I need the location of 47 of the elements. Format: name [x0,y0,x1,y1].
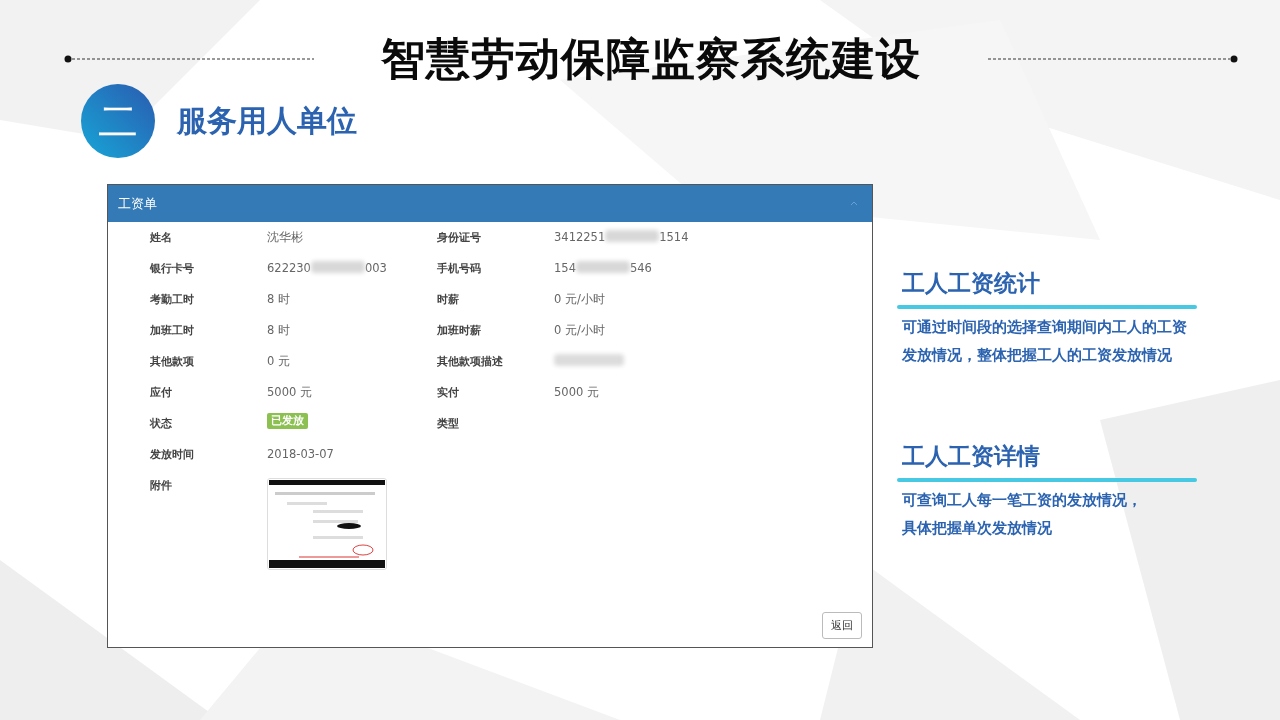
field-value: 154 [554,261,576,275]
field-label: 时薪 [437,292,460,308]
field-value: 8 时 [267,323,290,338]
field-label: 状态 [150,416,173,432]
feature-title: 工人工资统计 [902,269,1041,298]
field-value: 沈华彬 [267,230,303,245]
field-value: 2018-03-07 [267,447,334,461]
field-label: 类型 [437,416,460,432]
field-label: 加班工时 [150,323,195,339]
field-label: 考勤工时 [150,292,195,308]
redaction-blur [554,354,624,366]
field-value: 1514 [659,230,689,244]
field-label: 手机号码 [437,261,482,277]
feature-title: 工人工资详情 [902,442,1041,471]
page-title: 智慧劳动保障监察系统建设 [380,31,922,86]
redaction-blur [310,261,365,273]
field-value: 0 元/小时 [554,292,605,307]
field-value: 622230 [267,261,311,275]
feature-description-line: 可通过时间段的选择查询期间内工人的工资 [902,317,1187,338]
field-value: 546 [629,261,652,275]
field-label: 其他款项 [150,354,195,370]
field-value: 3412251 [554,230,606,244]
feature-description-line: 具体把握单次发放情况 [902,518,1052,539]
section-number-badge: 二 [81,84,155,158]
field-label: 应付 [150,385,173,401]
field-label: 银行卡号 [150,261,195,277]
field-label: 身份证号 [437,230,482,246]
section-title: 服务用人单位 [177,101,357,140]
field-value: 5000 元 [267,385,312,400]
field-value: 5000 元 [554,385,599,400]
feature-description-line: 可查询工人每一笔工资的发放情况， [902,490,1142,511]
field-value: 003 [364,261,387,275]
field-label: 发放时间 [150,447,195,463]
field-label: 实付 [437,385,460,401]
back-button[interactable]: 返回 [822,612,862,639]
field-value: 0 元/小时 [554,323,605,338]
field-value: 8 时 [267,292,290,307]
field-label: 姓名 [150,230,173,246]
panel-title: 工资单 [118,194,157,213]
field-label: 其他款项描述 [437,354,504,370]
feature-description-line: 发放情况，整体把握工人的工资发放情况 [902,345,1172,366]
redaction-blur [605,230,660,242]
redaction-blur [575,261,630,273]
field-value: 0 元 [267,354,290,369]
status-badge: 已发放 [267,413,308,429]
field-label: 附件 [150,478,173,494]
field-label: 加班时薪 [437,323,482,339]
